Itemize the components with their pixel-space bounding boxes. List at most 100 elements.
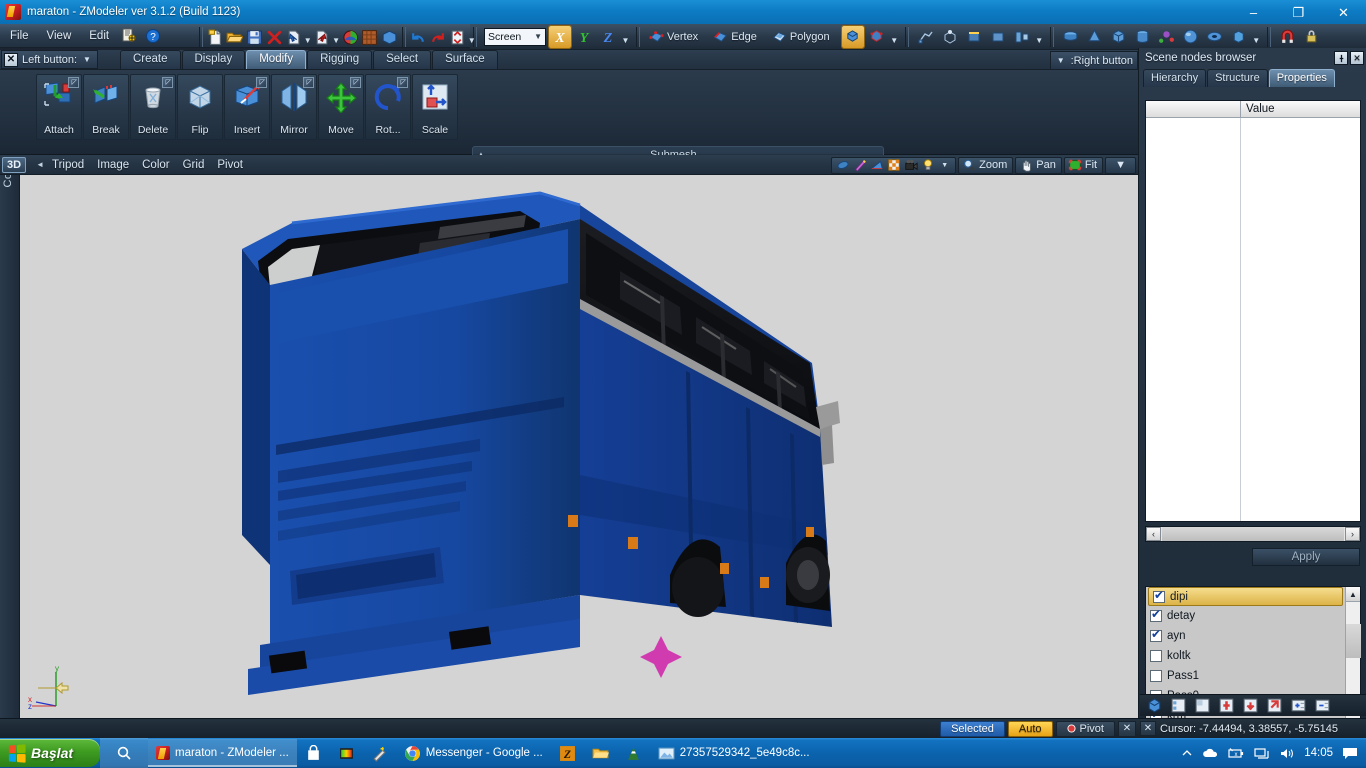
viewport-back-icon[interactable]: ◄ <box>36 160 44 169</box>
chevron-down-icon[interactable]: ▼ <box>83 55 91 64</box>
insert-expand-icon[interactable]: ◸ <box>256 77 267 88</box>
delete-x-icon[interactable] <box>265 26 283 48</box>
box-primitive-icon[interactable] <box>1108 26 1130 48</box>
lock-icon[interactable] <box>1301 26 1323 48</box>
attach-expand-icon[interactable]: ◸ <box>68 77 79 88</box>
properties-hscrollbar[interactable]: ‹ › <box>1145 526 1361 542</box>
volume-icon[interactable] <box>1279 747 1295 760</box>
flat-shade-icon[interactable] <box>868 158 885 173</box>
taskbar-store[interactable] <box>297 739 330 767</box>
node-add-icon[interactable] <box>1215 696 1237 715</box>
snap-edge-icon[interactable] <box>963 26 985 48</box>
magnet-icon[interactable] <box>1277 26 1299 48</box>
move-button[interactable]: ◸ Move <box>318 74 364 140</box>
status-auto-badge[interactable]: Auto <box>1007 720 1053 737</box>
list-item[interactable]: Pass1 <box>1146 666 1345 686</box>
viewport-grid[interactable]: Grid <box>183 159 205 171</box>
list-item[interactable]: detay <box>1146 606 1345 626</box>
refresh-icon[interactable] <box>449 26 467 48</box>
start-button[interactable]: Başlat <box>0 739 100 767</box>
menu-view[interactable]: View <box>39 27 80 45</box>
battery-icon[interactable]: x <box>1227 747 1245 759</box>
refresh-dropdown-icon[interactable]: ▼ <box>467 26 476 48</box>
node-group-icon[interactable] <box>1191 696 1213 715</box>
viewport-mode-button[interactable]: 3D <box>2 156 27 173</box>
taskbar-zmodeler[interactable]: maraton - ZModeler ... <box>148 739 297 767</box>
render-sphere-icon[interactable] <box>341 26 359 48</box>
menu-file[interactable]: File <box>2 27 37 45</box>
material-icon[interactable] <box>381 26 399 48</box>
redo-icon[interactable] <box>429 26 447 48</box>
taskbar-zmodeler2[interactable]: Z <box>551 739 584 767</box>
tab-create[interactable]: Create <box>119 50 181 69</box>
mode-vertex[interactable]: Vertex <box>646 26 708 48</box>
zoom-button[interactable]: Zoom <box>958 156 1014 174</box>
object-mode-icon[interactable] <box>840 24 865 49</box>
smooth-shade-icon[interactable] <box>851 158 868 173</box>
tab-modify[interactable]: Modify <box>246 50 307 69</box>
scroll-up-button[interactable]: ▲ <box>1346 587 1360 602</box>
scroll-thumb[interactable] <box>1346 624 1361 658</box>
snap-grid-icon[interactable] <box>915 26 937 48</box>
break-button[interactable]: Break <box>83 74 129 140</box>
snap-vertex-icon[interactable] <box>939 26 961 48</box>
tube-primitive-icon[interactable] <box>1132 26 1154 48</box>
coordinate-system-select[interactable]: Screen ▼ <box>484 27 546 46</box>
left-button-control[interactable]: ✕ Left button: ▼ <box>1 50 98 69</box>
pan-button[interactable]: Pan <box>1015 156 1062 174</box>
insert-button[interactable]: ◸ Insert <box>224 74 270 140</box>
sub-object-mode-icon[interactable] <box>866 26 888 48</box>
snap-face-icon[interactable] <box>987 26 1009 48</box>
attach-button[interactable]: ◸ Attach <box>36 74 82 140</box>
tab-hierarchy[interactable]: Hierarchy <box>1143 69 1207 87</box>
list-item[interactable]: ayn <box>1146 626 1345 646</box>
axis-z-toggle[interactable]: Z <box>597 26 619 48</box>
node-export-icon[interactable] <box>1263 696 1285 715</box>
taskbar-search-button[interactable] <box>100 738 148 768</box>
pin-icon[interactable] <box>1334 51 1348 65</box>
right-button-chevron-icon[interactable]: ▼ <box>1057 56 1065 65</box>
sphere-primitive-icon[interactable] <box>1180 26 1202 48</box>
maximize-button[interactable]: ❐ <box>1276 0 1321 24</box>
network-icon[interactable] <box>1254 747 1270 760</box>
undo-icon[interactable] <box>410 26 428 48</box>
taskbar-explorer[interactable] <box>584 739 617 767</box>
align-icon[interactable] <box>1011 26 1033 48</box>
export-icon[interactable] <box>313 26 331 48</box>
mode-polygon[interactable]: Polygon <box>769 26 840 48</box>
primitives-dropdown-icon[interactable]: ▼ <box>1251 26 1262 48</box>
script-icon[interactable] <box>118 25 140 47</box>
scale-button[interactable]: Scale <box>412 74 458 140</box>
list-item[interactable]: koltk <box>1146 646 1345 666</box>
close-icon[interactable]: ✕ <box>1350 51 1364 65</box>
cone-primitive-icon[interactable] <box>1084 26 1106 48</box>
delete-expand-icon[interactable]: ◸ <box>162 77 173 88</box>
properties-body[interactable] <box>1146 118 1360 521</box>
hscroll-thumb[interactable] <box>1162 527 1344 541</box>
properties-table[interactable]: Value <box>1145 100 1361 522</box>
tray-chevron-icon[interactable] <box>1181 747 1193 759</box>
tab-properties[interactable]: Properties <box>1268 69 1335 87</box>
node-list-icon[interactable] <box>1167 696 1189 715</box>
cylinder-primitive-icon[interactable] <box>1060 26 1082 48</box>
viewport-3d[interactable]: Temsa'cı Nazım Usta y x z <box>20 175 1138 718</box>
wireframe-icon[interactable] <box>834 158 851 173</box>
status-close-button[interactable]: ✕ <box>1118 720 1136 737</box>
node-save-icon[interactable] <box>1239 696 1261 715</box>
rotate-expand-icon[interactable]: ◸ <box>397 77 408 88</box>
open-folder-icon[interactable] <box>226 26 244 48</box>
scroll-left-button[interactable]: ‹ <box>1146 527 1161 541</box>
scroll-right-button[interactable]: › <box>1345 527 1360 541</box>
onedrive-icon[interactable] <box>1202 746 1218 760</box>
move-expand-icon[interactable]: ◸ <box>350 77 361 88</box>
checker-texture-icon[interactable] <box>885 158 902 173</box>
menu-edit[interactable]: Edit <box>81 27 117 45</box>
texture-grid-icon[interactable] <box>361 26 379 48</box>
render-dropdown-icon[interactable]: ▼ <box>936 158 953 173</box>
tab-display[interactable]: Display <box>181 50 246 69</box>
torus-primitive-icon[interactable] <box>1204 26 1226 48</box>
flip-button[interactable]: Flip <box>177 74 223 140</box>
node-checkbox[interactable] <box>1150 670 1162 682</box>
node-checkbox[interactable] <box>1150 650 1162 662</box>
left-button-close-icon[interactable]: ✕ <box>4 52 18 67</box>
